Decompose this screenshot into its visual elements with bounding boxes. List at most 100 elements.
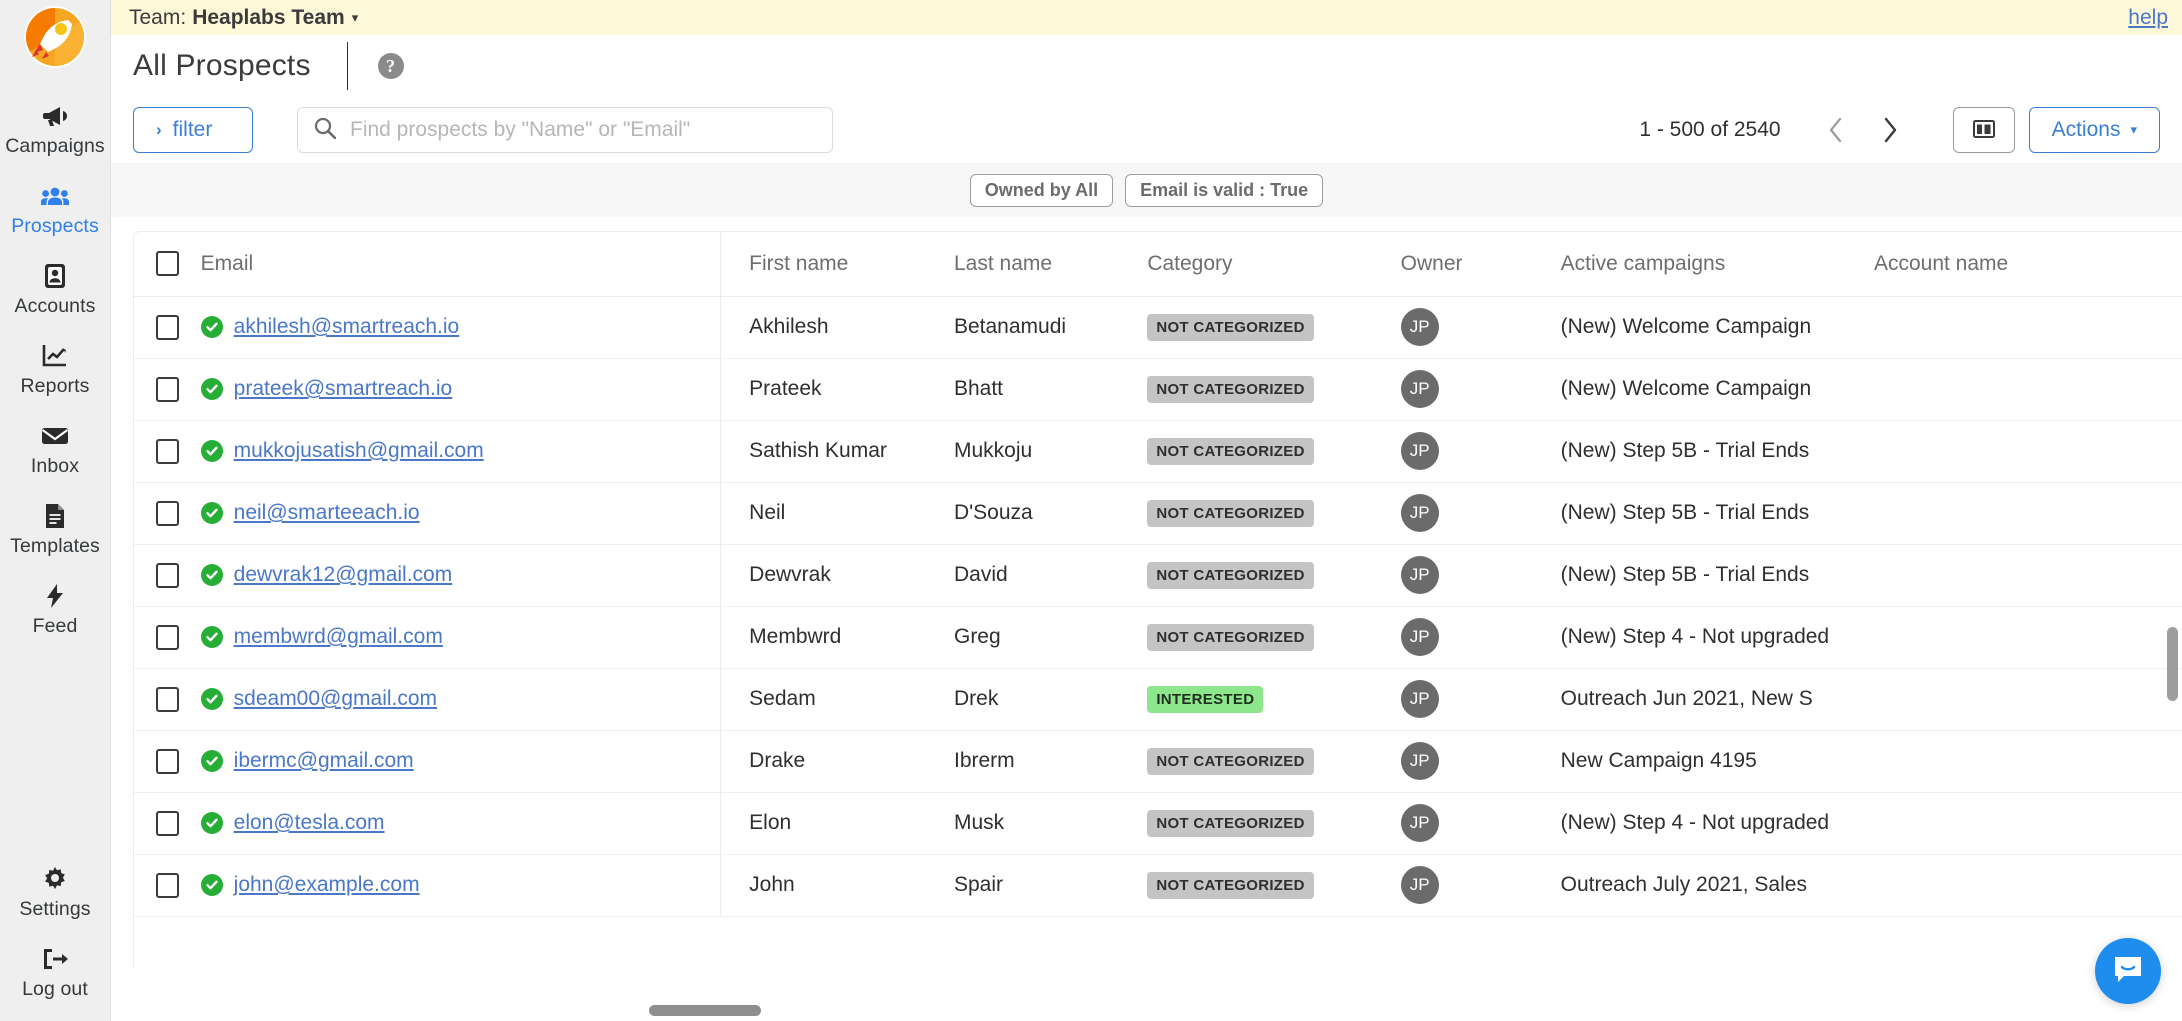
cell-account-name [1873,544,2182,607]
email-link[interactable]: ibermc@gmail.com [234,749,414,773]
owner-avatar[interactable]: JP [1400,370,1439,408]
sidebar-item-reports[interactable]: Reports [0,330,110,410]
filter-chip-email-valid[interactable]: Email is valid : True [1125,173,1324,207]
filter-button[interactable]: › filter [133,107,253,153]
owner-avatar[interactable]: JP [1400,680,1439,718]
sidebar-item-label: Inbox [30,455,80,477]
sidebar-item-campaigns[interactable]: Campaigns [0,90,110,170]
cell-category: INTERESTED [1147,668,1401,731]
row-checkbox[interactable] [156,624,179,650]
category-badge[interactable]: NOT CATEGORIZED [1147,747,1314,775]
sidebar-item-settings[interactable]: Settings [0,853,110,933]
email-link[interactable]: neil@smarteeach.io [234,501,420,525]
sidebar-item-prospects[interactable]: Prospects [0,170,110,250]
cell-account-name [1873,854,2182,917]
row-checkbox[interactable] [156,872,179,898]
category-badge[interactable]: NOT CATEGORIZED [1147,561,1314,589]
sidebar-item-logout[interactable]: Log out [0,933,110,1013]
column-header-active-campaigns[interactable]: Active campaigns [1560,232,1874,297]
owner-avatar[interactable]: JP [1400,494,1439,532]
sidebar-nav-bottom: Settings Log out [0,853,110,1013]
row-checkbox[interactable] [156,314,179,340]
email-valid-icon [200,874,223,896]
cell-email: sdeam00@gmail.com [200,668,721,731]
row-checkbox[interactable] [156,748,179,774]
owner-avatar[interactable]: JP [1400,618,1439,656]
email-valid-icon [200,316,223,338]
select-all-checkbox[interactable] [156,251,179,277]
column-settings-button[interactable] [1952,107,2015,153]
category-badge[interactable]: NOT CATEGORIZED [1147,623,1314,651]
cell-active-campaigns: (New) Step 4 - Not upgraded [1560,792,1874,855]
owner-avatar[interactable]: JP [1400,866,1439,904]
owner-avatar[interactable]: JP [1400,432,1439,470]
owner-avatar[interactable]: JP [1400,742,1439,780]
email-link[interactable]: sdeam00@gmail.com [234,687,437,711]
rocket-logo[interactable] [24,6,86,68]
category-badge[interactable]: NOT CATEGORIZED [1147,313,1314,341]
search-box[interactable] [297,107,833,153]
table-row[interactable]: mukkojusatish@gmail.com Sathish Kumar Mukk… [134,420,2182,483]
category-badge[interactable]: NOT CATEGORIZED [1147,809,1314,837]
row-select-cell [134,668,201,731]
email-link[interactable]: akhilesh@smartreach.io [234,315,460,339]
sidebar-item-feed[interactable]: Feed [0,570,110,650]
vertical-scrollbar-thumb[interactable] [2167,627,2178,701]
row-checkbox[interactable] [156,810,179,836]
actions-button[interactable]: Actions ▾ [2028,107,2160,153]
category-badge[interactable]: NOT CATEGORIZED [1147,871,1314,899]
table-row[interactable]: neil@smarteeach.io Neil D'Souza NOT CATEGOR… [134,482,2182,545]
table-row[interactable]: akhilesh@smartreach.io Akhilesh Betanamudi… [134,296,2182,359]
category-badge[interactable]: INTERESTED [1147,685,1264,713]
people-icon [41,183,69,209]
help-link[interactable]: help [2128,6,2168,30]
category-badge[interactable]: NOT CATEGORIZED [1147,375,1314,403]
horizontal-scrollbar-track[interactable] [111,1000,2182,1021]
category-badge[interactable]: NOT CATEGORIZED [1147,499,1314,527]
filter-chip-owned-by[interactable]: Owned by All [969,173,1114,207]
chat-launcher-button[interactable] [2095,938,2161,1004]
search-input[interactable] [350,118,816,142]
owner-avatar[interactable]: JP [1400,308,1439,346]
email-link[interactable]: prateek@smartreach.io [234,377,453,401]
next-page-button[interactable] [1863,107,1917,153]
row-checkbox[interactable] [156,376,179,402]
email-link[interactable]: elon@tesla.com [234,811,385,835]
row-checkbox[interactable] [156,562,179,588]
column-header-owner[interactable]: Owner [1400,232,1561,297]
table-row[interactable]: ibermc@gmail.com Drake Ibrerm NOT CATEGORIZ… [134,730,2182,793]
column-header-email[interactable]: Email [200,232,721,297]
row-checkbox[interactable] [156,686,179,712]
table-row[interactable]: prateek@smartreach.io Prateek Bhatt NOT CAT… [134,358,2182,421]
sidebar-item-inbox[interactable]: Inbox [0,410,110,490]
prev-page-button[interactable] [1809,107,1863,153]
table-header-row: Email First name Last name Category Owne… [134,232,2182,297]
row-checkbox[interactable] [156,438,179,464]
horizontal-scrollbar-thumb[interactable] [649,1005,761,1016]
table-row[interactable]: membwrd@gmail.com Membwrd Greg NOT CATEGORI… [134,606,2182,669]
sidebar-item-templates[interactable]: Templates [0,490,110,570]
cell-account-name [1873,606,2182,669]
cell-account-name [1873,482,2182,545]
table-row[interactable]: dewvrak12@gmail.com Dewvrak David NOT CATEG… [134,544,2182,607]
sidebar-item-accounts[interactable]: Accounts [0,250,110,330]
column-header-first-name[interactable]: First name [720,232,954,297]
owner-avatar[interactable]: JP [1400,804,1439,842]
column-header-account-name[interactable]: Account name [1873,232,2182,297]
cell-active-campaigns: (New) Step 5B - Trial Ends [1560,482,1874,545]
email-link[interactable]: john@example.com [234,873,420,897]
row-checkbox[interactable] [156,500,179,526]
table-row[interactable]: john@example.com John Spair NOT CATEGORIZED… [134,854,2182,917]
category-badge[interactable]: NOT CATEGORIZED [1147,437,1314,465]
cell-email: akhilesh@smartreach.io [200,296,721,359]
team-selector[interactable]: Team: Heaplabs Team ▾ [129,6,358,30]
table-row[interactable]: sdeam00@gmail.com Sedam Drek INTERESTED JP Ou… [134,668,2182,731]
column-header-last-name[interactable]: Last name [953,232,1148,297]
table-row[interactable]: elon@tesla.com Elon Musk NOT CATEGORIZED JP (… [134,792,2182,855]
email-link[interactable]: membwrd@gmail.com [234,625,443,649]
email-link[interactable]: dewvrak12@gmail.com [234,563,453,587]
help-icon[interactable]: ? [377,53,404,79]
email-link[interactable]: mukkojusatish@gmail.com [234,439,484,463]
owner-avatar[interactable]: JP [1400,556,1439,594]
column-header-category[interactable]: Category [1147,232,1401,297]
